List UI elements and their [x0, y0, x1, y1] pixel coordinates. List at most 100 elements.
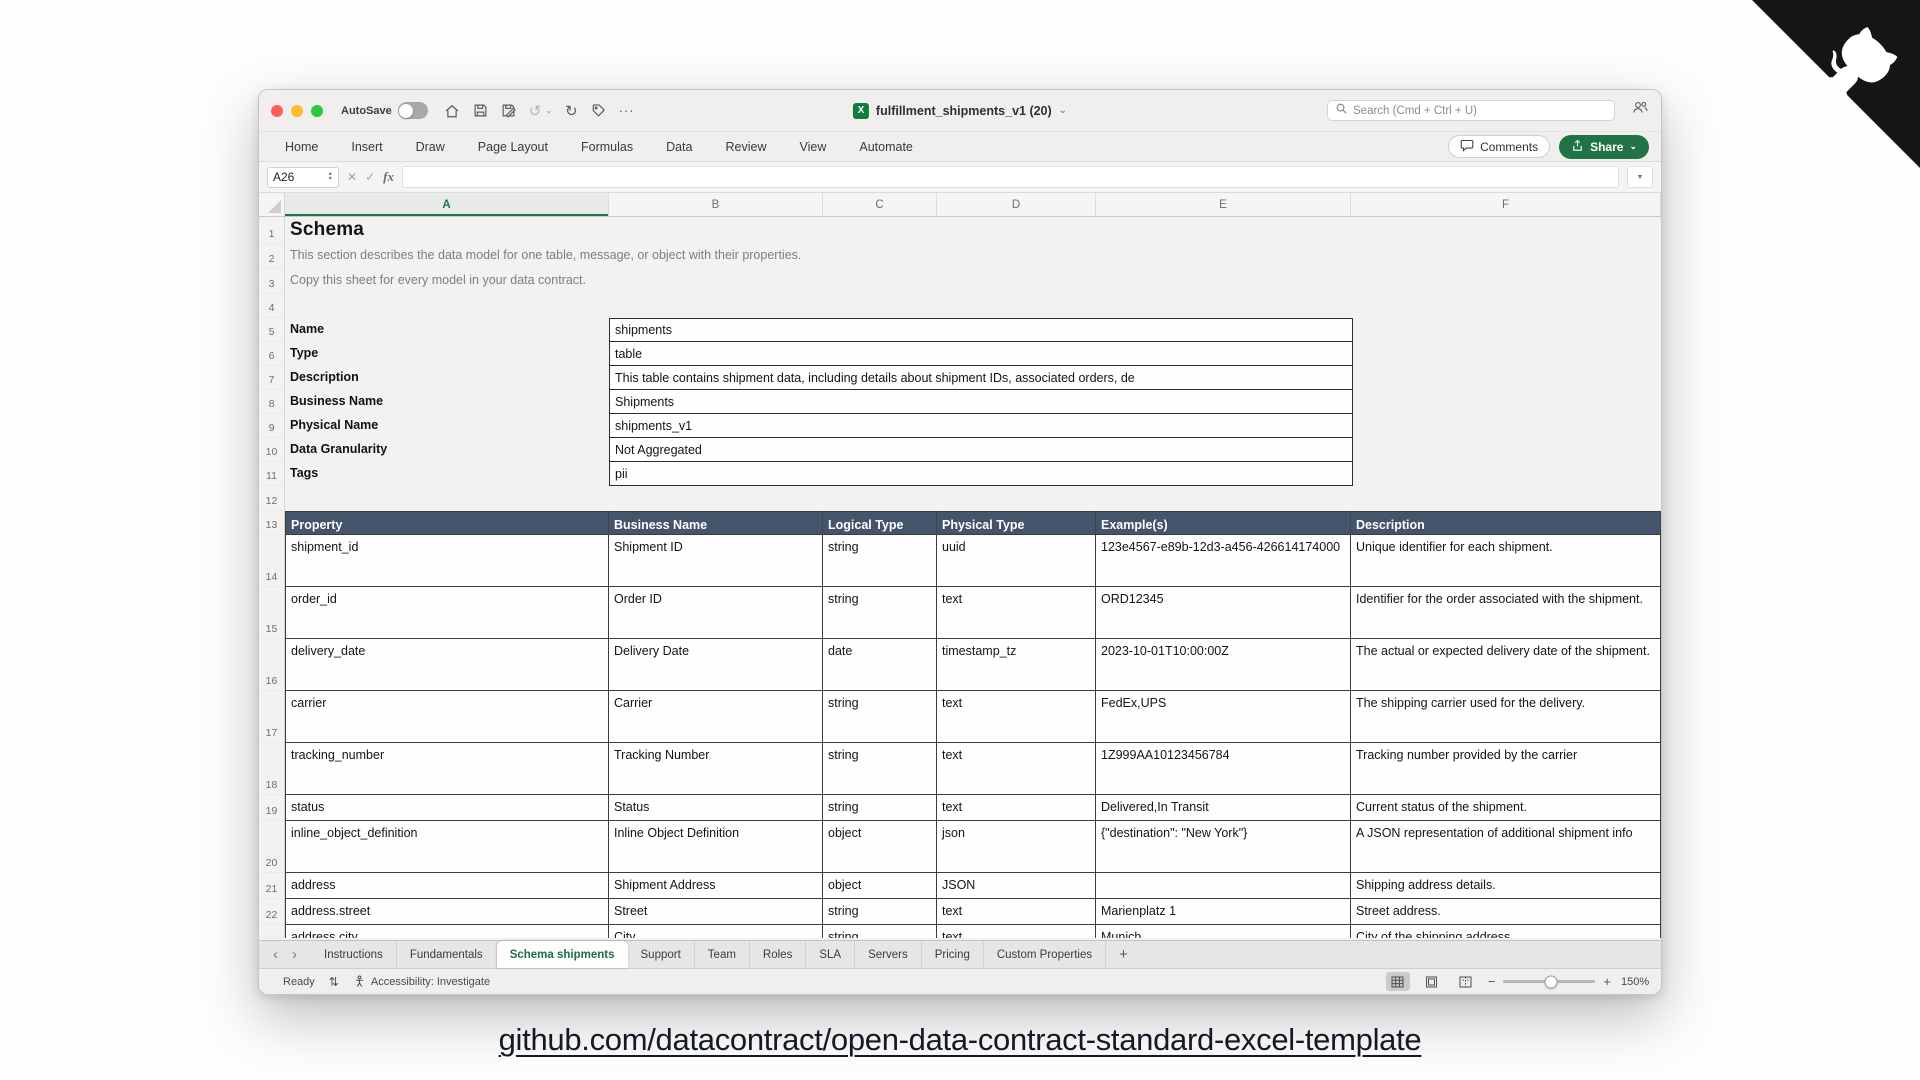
row-number[interactable]: 1 — [259, 217, 285, 244]
row-number[interactable]: 5 — [259, 318, 285, 342]
add-sheet-button[interactable]: + — [1106, 941, 1141, 968]
cell-logical-type[interactable]: date — [823, 639, 937, 691]
meta-value-cell[interactable]: table — [609, 342, 1353, 366]
repo-url-link[interactable]: github.com/datacontract/open-data-contra… — [499, 1022, 1422, 1057]
cell-physical-type[interactable]: text — [937, 691, 1096, 743]
cancel-entry-icon[interactable]: ✕ — [347, 170, 357, 184]
tab-draw[interactable]: Draw — [416, 140, 445, 154]
column-header-e[interactable]: E — [1096, 193, 1351, 216]
cell-business-name[interactable]: Shipment ID — [609, 535, 823, 587]
more-commands-icon[interactable]: ··· — [619, 103, 635, 118]
table-header-cell[interactable]: Physical Type — [937, 511, 1096, 535]
cell-business-name[interactable]: Shipment Address — [609, 873, 823, 899]
row-number[interactable]: 3 — [259, 269, 285, 294]
page-layout-view-button[interactable] — [1420, 972, 1444, 991]
row-number[interactable]: 11 — [259, 462, 285, 486]
meta-label-cell[interactable]: Name — [285, 318, 609, 342]
save-icon[interactable] — [473, 103, 488, 118]
zoom-in-button[interactable]: + — [1603, 974, 1611, 989]
cell-business-name[interactable]: Order ID — [609, 587, 823, 639]
cell-logical-type[interactable]: string — [823, 743, 937, 795]
row-number[interactable]: 4 — [259, 294, 285, 318]
cell-property[interactable]: delivery_date — [285, 639, 609, 691]
cell-description[interactable]: Street address. — [1351, 899, 1661, 925]
row-number[interactable]: 14 — [259, 535, 285, 587]
save-as-icon[interactable] — [501, 103, 516, 118]
row-number[interactable]: 16 — [259, 639, 285, 691]
column-header-c[interactable]: C — [823, 193, 937, 216]
search-input[interactable] — [1353, 105, 1607, 117]
formula-bar-expand-icon[interactable]: ▼ — [1627, 166, 1653, 188]
cell-description[interactable]: Unique identifier for each shipment. — [1351, 535, 1661, 587]
next-sheet-icon[interactable]: › — [292, 946, 297, 963]
name-box-stepper[interactable]: ▲ ▼ — [328, 172, 333, 182]
sheet-tab-sla[interactable]: SLA — [806, 941, 855, 968]
meta-label-cell[interactable]: Tags — [285, 462, 609, 486]
sheet-tab-instructions[interactable]: Instructions — [311, 941, 397, 968]
table-header-cell[interactable]: Property — [285, 511, 609, 535]
meta-value-cell[interactable]: Shipments — [609, 390, 1353, 414]
sheet-tab-support[interactable]: Support — [628, 941, 695, 968]
sheet-tab-pricing[interactable]: Pricing — [922, 941, 984, 968]
row-number[interactable]: 12 — [259, 486, 285, 511]
sheet-description-cell[interactable]: Copy this sheet for every model in your … — [285, 269, 586, 294]
cell-property[interactable]: status — [285, 795, 609, 821]
cell-property[interactable]: inline_object_definition — [285, 821, 609, 873]
cell-description[interactable]: Identifier for the order associated with… — [1351, 587, 1661, 639]
table-header-cell[interactable]: Description — [1351, 511, 1661, 535]
insert-function-icon[interactable]: fx — [383, 169, 394, 185]
select-all-corner[interactable] — [259, 193, 285, 216]
column-header-d[interactable]: D — [937, 193, 1096, 216]
sheet-description-cell[interactable]: This section describes the data model fo… — [285, 244, 801, 269]
formula-input[interactable] — [403, 167, 1618, 187]
meta-label-cell[interactable]: Description — [285, 366, 609, 390]
cell-example[interactable]: FedEx,UPS — [1096, 691, 1351, 743]
row-number[interactable]: 7 — [259, 366, 285, 390]
prev-sheet-icon[interactable]: ‹ — [273, 946, 278, 963]
meta-label-cell[interactable]: Data Granularity — [285, 438, 609, 462]
tab-formulas[interactable]: Formulas — [581, 140, 633, 154]
cell-example[interactable]: 1Z999AA10123456784 — [1096, 743, 1351, 795]
stepper-down-icon[interactable]: ▼ — [328, 177, 333, 182]
row-number[interactable]: 10 — [259, 438, 285, 462]
macro-recording-icon[interactable]: ⇅ — [329, 975, 339, 989]
row-number[interactable]: 17 — [259, 691, 285, 743]
cell-example[interactable]: 123e4567-e89b-12d3-a456-426614174000 — [1096, 535, 1351, 587]
home-icon[interactable] — [444, 103, 460, 119]
cell-description[interactable]: Shipping address details. — [1351, 873, 1661, 899]
cell-property[interactable]: carrier — [285, 691, 609, 743]
tab-automate[interactable]: Automate — [859, 140, 913, 154]
cell-description[interactable]: The shipping carrier used for the delive… — [1351, 691, 1661, 743]
cell-example[interactable]: Marienplatz 1 — [1096, 899, 1351, 925]
row-number[interactable]: 13 — [259, 511, 285, 535]
meta-value-cell[interactable]: Not Aggregated — [609, 438, 1353, 462]
cell-physical-type[interactable]: text — [937, 743, 1096, 795]
row-number[interactable]: 18 — [259, 743, 285, 795]
cell-logical-type[interactable]: string — [823, 925, 937, 938]
cell-property[interactable]: address — [285, 873, 609, 899]
meta-value-cell[interactable]: This table contains shipment data, inclu… — [609, 366, 1353, 390]
row-number[interactable]: 15 — [259, 587, 285, 639]
zoom-slider-knob[interactable] — [1545, 975, 1558, 988]
cell-physical-type[interactable]: json — [937, 821, 1096, 873]
sheet-tab-custom-properties[interactable]: Custom Properties — [984, 941, 1106, 968]
zoom-out-button[interactable]: − — [1488, 974, 1496, 989]
meta-value-cell[interactable]: shipments — [609, 318, 1353, 342]
cell-example[interactable] — [1096, 873, 1351, 899]
cell-business-name[interactable]: Street — [609, 899, 823, 925]
cell-property[interactable]: address.city — [285, 925, 609, 938]
name-box-input[interactable] — [273, 170, 317, 184]
row-number[interactable]: 9 — [259, 414, 285, 438]
row-number[interactable]: 21 — [259, 873, 285, 899]
table-header-cell[interactable]: Business Name — [609, 511, 823, 535]
cell-logical-type[interactable]: string — [823, 795, 937, 821]
sheet-tab-roles[interactable]: Roles — [750, 941, 806, 968]
column-header-a[interactable]: A — [285, 193, 609, 216]
fullscreen-window-button[interactable] — [311, 105, 323, 117]
cell-business-name[interactable]: Carrier — [609, 691, 823, 743]
cell-example[interactable]: {"destination": "New York"} — [1096, 821, 1351, 873]
cell-description[interactable]: The actual or expected delivery date of … — [1351, 639, 1661, 691]
tab-page-layout[interactable]: Page Layout — [478, 140, 548, 154]
column-header-b[interactable]: B — [609, 193, 823, 216]
cell-property[interactable]: tracking_number — [285, 743, 609, 795]
